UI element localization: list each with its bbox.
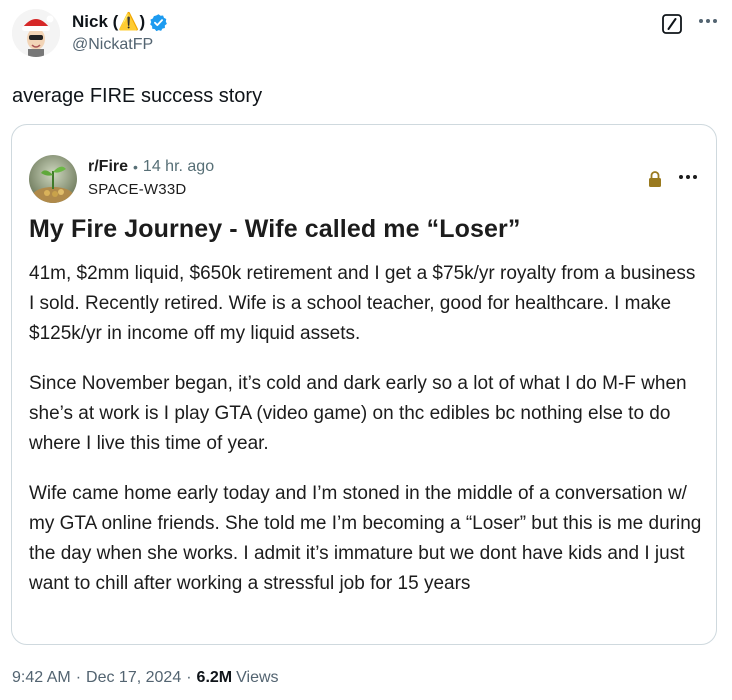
subreddit-avatar bbox=[29, 155, 77, 203]
post-paragraph: Wife came home early today and I’m stone… bbox=[29, 483, 702, 594]
more-icon[interactable] bbox=[696, 9, 720, 33]
grok-icon[interactable] bbox=[661, 13, 683, 35]
author-handle[interactable]: @NickatFP bbox=[72, 36, 153, 54]
tweet-date[interactable]: Dec 17, 2024 bbox=[86, 669, 181, 687]
tweet-time[interactable]: 9:42 AM bbox=[12, 669, 71, 687]
views-count: 6.2M bbox=[196, 669, 233, 686]
post-more-icon[interactable] bbox=[676, 170, 700, 184]
embedded-reddit-card[interactable]: r/Fire • 14 hr. ago SPACE-W33D My Fire J… bbox=[11, 124, 717, 645]
separator-dot: • bbox=[133, 159, 138, 175]
post-title[interactable]: My Fire Journey - Wife called me “Loser” bbox=[29, 214, 699, 244]
author-avatar[interactable] bbox=[12, 9, 60, 57]
post-source-line: r/Fire • 14 hr. ago bbox=[88, 158, 214, 176]
meta-separator: · bbox=[186, 669, 192, 686]
subreddit-name[interactable]: r/Fire bbox=[88, 158, 128, 176]
tweet-header: Nick (⚠️) @NickatFP bbox=[0, 0, 732, 72]
meta-separator: · bbox=[75, 669, 82, 686]
post-paragraph: 41m, $2mm liquid, $650k retirement and I… bbox=[29, 263, 696, 344]
lock-icon bbox=[648, 170, 662, 188]
author-name-row[interactable]: Nick (⚠️) bbox=[72, 12, 168, 32]
verified-badge-icon bbox=[149, 13, 168, 32]
author-name[interactable]: Nick (⚠️) bbox=[72, 12, 145, 32]
post-age: 14 hr. ago bbox=[142, 158, 215, 175]
post-paragraph: Since November began, it’s cold and dark… bbox=[29, 373, 687, 454]
tweet-meta: 9:42 AM · Dec 17, 2024 · 6.2M Views bbox=[12, 669, 279, 687]
views-label: Views bbox=[236, 669, 279, 686]
post-body: 41m, $2mm liquid, $650k retirement and I… bbox=[29, 259, 705, 619]
tweet-text: average FIRE success story bbox=[12, 85, 263, 107]
post-username[interactable]: SPACE-W33D bbox=[88, 181, 186, 198]
